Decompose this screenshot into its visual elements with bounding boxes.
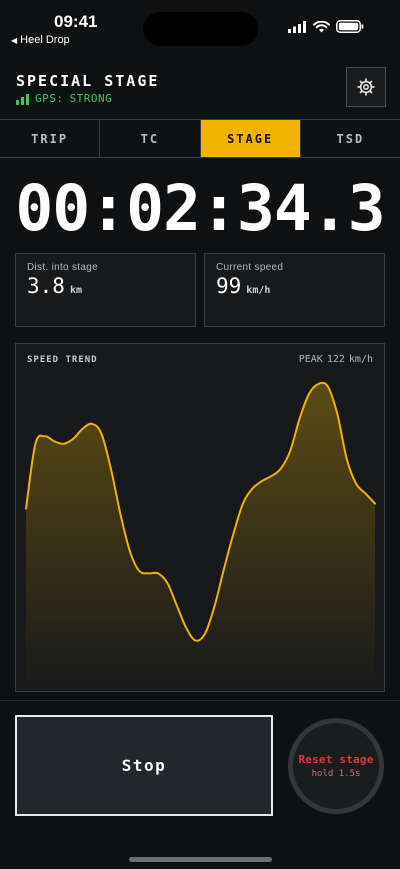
reset-stage-hint: hold 1.5s [311,769,361,779]
back-arrow-icon: ◀ [11,35,18,45]
speed-label: Current speed [216,262,284,273]
tab-tc[interactable]: TC [100,120,201,157]
settings-button[interactable] [346,67,386,107]
wifi-icon [313,20,330,32]
stage-timer: 00:02:34.3 [15,172,385,245]
peak-label: PEAK [298,354,323,365]
app-header: SPECIAL STAGE GPS: STRONG [0,60,400,120]
gear-icon [357,78,375,96]
peak-unit: km/h [348,354,373,365]
cellular-signal-icon [288,20,306,33]
back-link-label: Heel Drop [20,34,70,46]
reset-stage-label: Reset stage [298,753,374,766]
status-icons [288,20,364,33]
battery-icon [336,20,364,33]
gps-status: STRONG [69,92,113,105]
gps-indicator: GPS: STRONG [16,92,112,105]
distance-label: Dist. into stage [27,262,98,273]
speed-trend-panel: SPEED TREND PEAK 122 km/h [15,343,385,692]
gps-signal-icon [16,94,29,105]
reset-stage-button[interactable]: Reset stage hold 1.5s [288,718,384,814]
speed-unit: km/h [246,285,271,296]
trend-peak: PEAK 122 km/h [299,354,373,365]
dynamic-island [143,12,258,46]
back-to-app-link[interactable]: ◀ Heel Drop [11,34,70,46]
speed-trend-area [26,382,375,691]
page-title: SPECIAL STAGE [16,72,160,90]
mode-tabs: TRIP TC STAGE TSD [0,119,400,158]
gps-label: GPS: [35,92,64,105]
status-time: 09:41 [54,12,98,31]
divider [0,700,400,701]
distance-unit: km [69,285,82,296]
trend-title: SPEED TREND [27,355,98,365]
distance-card: Dist. into stage 3.8 km [15,253,196,327]
tab-trip[interactable]: TRIP [0,120,101,157]
speed-trend-chart [25,381,376,691]
tab-tsd[interactable]: TSD [301,120,400,157]
tab-stage[interactable]: STAGE [200,120,301,157]
stop-button[interactable]: Stop [15,715,273,816]
speed-card: Current speed 99 km/h [204,253,385,327]
home-indicator [129,857,272,862]
status-bar: 09:41 ◀ Heel Drop [0,0,400,52]
speed-value: 99 [216,274,242,298]
distance-value: 3.8 [27,274,65,298]
peak-value: 122 [326,354,345,365]
